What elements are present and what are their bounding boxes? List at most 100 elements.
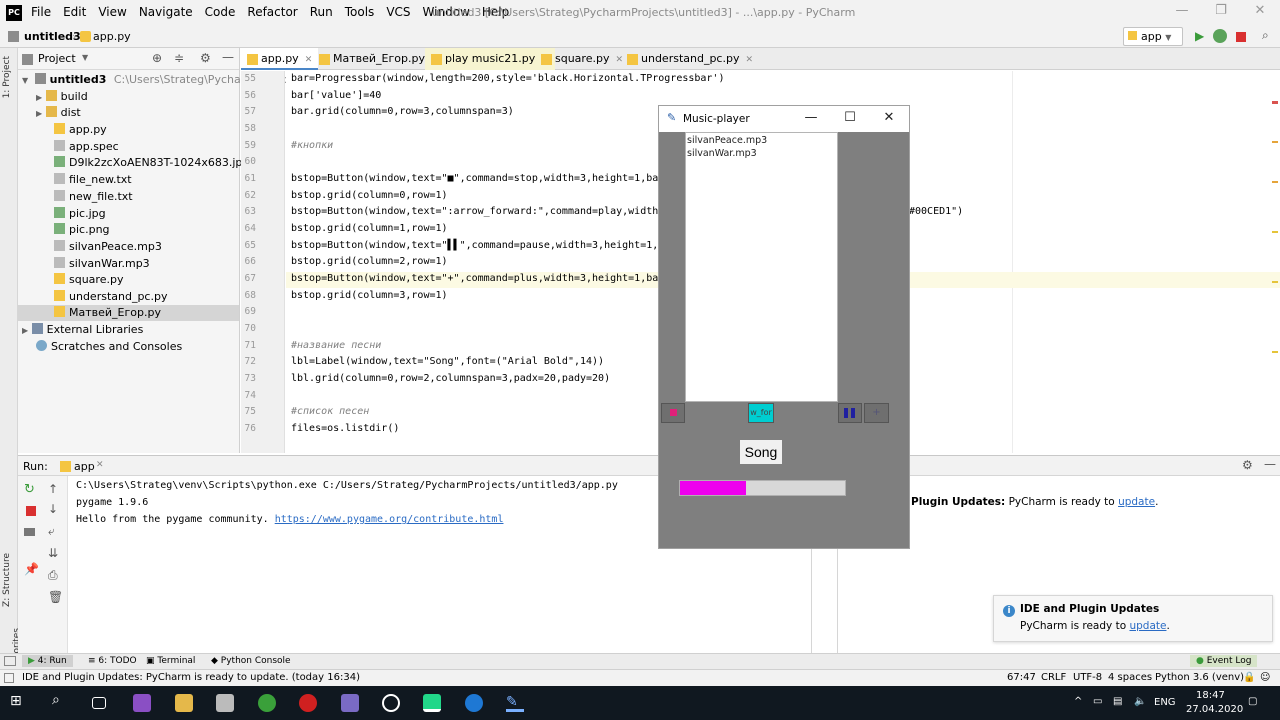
project-tool-tab[interactable]: 1: Project — [2, 56, 12, 98]
edge-icon[interactable] — [465, 694, 483, 712]
tree-item-file[interactable]: pic.png — [54, 222, 110, 238]
hide-icon[interactable]: — — [1264, 457, 1276, 471]
app-icon[interactable] — [341, 694, 359, 712]
tree-item-file[interactable]: silvanWar.mp3 — [54, 256, 150, 272]
menu-vcs[interactable]: VCS — [386, 5, 410, 19]
trash-icon[interactable]: 🗑 — [48, 590, 63, 604]
tool-tab-terminal[interactable]: ▣ Terminal — [140, 655, 201, 667]
search-icon[interactable]: ⌕ — [52, 692, 70, 710]
arrow-down-icon[interactable]: ↓ — [48, 502, 58, 516]
debug-icon[interactable] — [1213, 29, 1227, 43]
notifications-icon[interactable]: ▢ — [1248, 696, 1257, 707]
run-tab-app[interactable]: app — [74, 460, 95, 473]
tree-item-file[interactable]: app.py — [54, 122, 107, 138]
close-tab-icon[interactable]: ✕ — [745, 55, 753, 65]
inspector-icon[interactable]: ☺ — [1260, 672, 1270, 683]
chrome-icon[interactable] — [382, 694, 400, 712]
run-config-select[interactable]: app ▼ — [1123, 27, 1183, 46]
clock-time[interactable]: 18:47 — [1196, 690, 1225, 701]
menu-navigate[interactable]: Navigate — [139, 5, 193, 19]
windows-start-icon[interactable]: ⊞ — [10, 693, 28, 711]
update-notification[interactable]: i IDE and Plugin Updates PyCharm is read… — [993, 595, 1273, 642]
tree-item-file[interactable]: understand_pc.py — [54, 289, 167, 305]
network-icon[interactable]: ▤ — [1113, 696, 1122, 707]
tab-app-py[interactable]: app.py ✕ — [241, 48, 319, 70]
tree-item-build[interactable]: ▶ build — [36, 89, 88, 105]
battery-icon[interactable]: ▭ — [1093, 696, 1102, 707]
status-message[interactable]: IDE and Plugin Updates: PyCharm is ready… — [22, 672, 360, 683]
minimize-icon[interactable]: — — [802, 110, 820, 125]
breadcrumb-file[interactable]: app.py — [93, 30, 131, 43]
volume-icon[interactable]: 🔈 — [1134, 696, 1146, 707]
tree-item-file-selected[interactable]: Матвей_Егор.py — [18, 305, 239, 321]
console-link[interactable]: https://www.pygame.org/contribute.html — [275, 514, 504, 525]
tree-item-file[interactable]: D9lk2zcXoAEN83T-1024x683.jpg — [54, 155, 249, 171]
task-view-icon[interactable] — [92, 697, 106, 709]
soft-wrap-icon[interactable]: ⤶ — [48, 524, 55, 539]
language-indicator[interactable]: ENG — [1154, 697, 1176, 708]
print-icon[interactable]: ⎙ — [48, 568, 58, 583]
tool-tab-todo[interactable]: ≡ 6: TODO — [82, 655, 143, 667]
menu-tools[interactable]: Tools — [345, 5, 375, 19]
file-explorer-icon[interactable] — [175, 694, 193, 712]
calculator-icon[interactable] — [216, 694, 234, 712]
close-tab-icon[interactable]: ✕ — [305, 55, 313, 65]
hide-icon[interactable]: — — [222, 50, 234, 64]
maximize-icon[interactable]: ☐ — [841, 110, 859, 125]
update-link[interactable]: update — [1118, 496, 1155, 508]
stop-button[interactable] — [661, 403, 685, 423]
plus-button[interactable]: + — [864, 403, 889, 423]
gear-icon[interactable]: ⚙ — [1242, 458, 1253, 472]
lock-icon[interactable]: 🔒 — [1243, 672, 1255, 683]
pycharm-taskbar-icon[interactable] — [423, 694, 441, 712]
pin-icon[interactable]: 📌 — [24, 562, 39, 576]
line-separator[interactable]: CRLF — [1041, 672, 1066, 683]
song-item[interactable]: silvanPeace.mp3 — [687, 135, 767, 146]
update-link[interactable]: update — [1129, 620, 1166, 632]
maximize-icon[interactable]: ❐ — [1211, 3, 1231, 18]
tool-tab-python-console[interactable]: ◆ Python Console — [205, 655, 297, 667]
tree-item-external[interactable]: ▶ External Libraries — [22, 322, 143, 338]
close-icon[interactable]: ✕ — [880, 110, 898, 125]
minimize-icon[interactable]: — — [1172, 3, 1192, 18]
stop-icon[interactable] — [1236, 32, 1246, 42]
structure-tool-tab[interactable]: Z: Structure — [2, 553, 12, 607]
tree-item-file[interactable]: new_file.txt — [54, 189, 133, 205]
tool-tab-run[interactable]: ▶ 4: Run — [22, 655, 73, 667]
arrow-up-icon[interactable]: ↑ — [48, 482, 58, 496]
music-player-titlebar[interactable]: ✎ Music-player — ☐ ✕ — [659, 106, 909, 132]
run-icon[interactable]: ▶ — [1195, 29, 1207, 43]
indent-setting[interactable]: 4 spaces — [1108, 672, 1152, 683]
visual-studio-icon[interactable] — [133, 694, 151, 712]
menu-refactor[interactable]: Refactor — [247, 5, 297, 19]
tree-item-file[interactable]: silvanPeace.mp3 — [54, 239, 162, 255]
tree-item-file[interactable]: square.py — [54, 272, 123, 288]
tab-square[interactable]: square.py ✕ — [535, 48, 629, 70]
file-encoding[interactable]: UTF-8 — [1073, 672, 1102, 683]
error-stripe[interactable] — [1272, 101, 1278, 401]
chevron-down-icon[interactable]: ▼ — [82, 53, 88, 62]
menu-edit[interactable]: Edit — [63, 5, 86, 19]
menu-file[interactable]: File — [31, 5, 51, 19]
project-panel-title[interactable]: Project — [38, 52, 76, 65]
close-icon[interactable]: ✕ — [1250, 3, 1270, 18]
close-tab-icon[interactable]: ✕ — [96, 460, 104, 470]
play-button[interactable]: w_for — [748, 403, 774, 423]
opera-icon[interactable] — [299, 694, 317, 712]
song-item[interactable]: silvanWar.mp3 — [687, 148, 757, 159]
utorrent-icon[interactable] — [258, 694, 276, 712]
tree-item-file[interactable]: app.spec — [54, 139, 119, 155]
interpreter[interactable]: Python 3.6 (venv) — [1155, 672, 1244, 683]
song-listbox[interactable]: silvanPeace.mp3 silvanWar.mp3 — [685, 132, 838, 402]
scroll-to-end-icon[interactable]: ⇊ — [48, 546, 58, 560]
status-toggle-icon[interactable] — [4, 673, 14, 683]
gear-icon[interactable]: ⚙ — [200, 51, 211, 65]
tree-item-scratches[interactable]: Scratches and Consoles — [36, 339, 182, 355]
menu-view[interactable]: View — [98, 5, 126, 19]
clock-date[interactable]: 27.04.2020 — [1186, 704, 1243, 715]
tool-windows-icon[interactable] — [4, 656, 16, 666]
pause-button[interactable] — [838, 403, 862, 423]
tree-item-file[interactable]: pic.jpg — [54, 206, 106, 222]
stop-icon[interactable] — [26, 506, 36, 516]
event-log-tab[interactable]: ● Event Log — [1190, 655, 1258, 667]
